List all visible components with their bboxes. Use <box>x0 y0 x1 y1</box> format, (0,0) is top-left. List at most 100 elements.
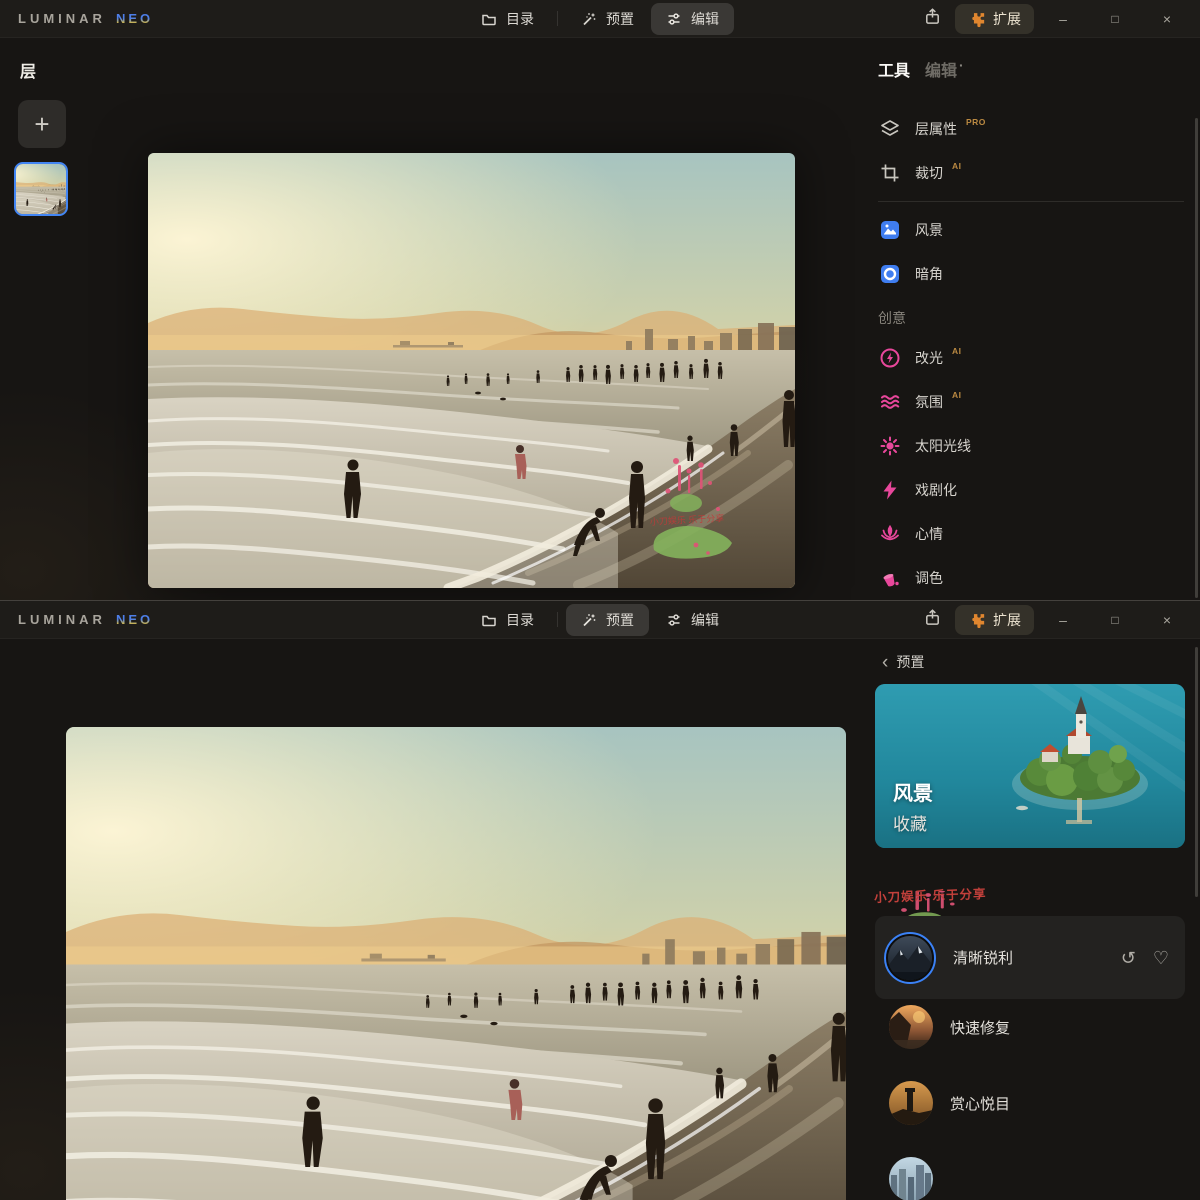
back-chevron-icon: ‹ <box>882 653 888 672</box>
edits-tab[interactable]: 编辑· <box>925 57 964 81</box>
magic-wand-icon <box>581 11 597 27</box>
preset-label: 快速修复 <box>950 1017 1010 1038</box>
edit-canvas-photo[interactable]: 小刀娱乐 乐于分享 <box>148 153 795 588</box>
ai-badge: AI <box>952 346 962 356</box>
favorite-heart-icon[interactable]: ♡ <box>1153 949 1169 967</box>
reset-icon[interactable]: ↺ <box>1121 949 1136 967</box>
tool-label: 层属性 <box>915 119 957 139</box>
featured-title: 风景 <box>893 777 933 806</box>
preset-actions: ↺ ♡ <box>1121 949 1185 967</box>
tool-label: 风景 <box>915 220 943 240</box>
crop-icon <box>878 161 902 185</box>
vignette-icon <box>878 262 902 286</box>
folder-icon <box>481 11 497 27</box>
tool-dramatic[interactable]: 戏剧化 <box>860 468 1200 512</box>
edit-window: LUMINAR NEO 目录 预置 编辑 扩展 <box>0 0 1200 600</box>
logo-neo: NEO <box>116 11 153 26</box>
puzzle-icon <box>968 612 985 629</box>
share-icon <box>923 608 942 627</box>
sliders-icon <box>666 612 682 628</box>
preset-thumbnail <box>889 1005 933 1049</box>
app-logo: LUMINAR NEO <box>18 11 153 26</box>
tool-crop[interactable]: 裁切 AI <box>860 151 1200 195</box>
lotus-icon <box>878 522 902 546</box>
layers-icon <box>878 117 902 141</box>
tools-tab[interactable]: 工具 <box>878 57 910 81</box>
tool-vignette[interactable]: 暗角 <box>860 252 1200 296</box>
sliders-icon <box>666 11 682 27</box>
close-button[interactable]: × <box>1144 11 1190 27</box>
layers-panel: 层 + <box>0 38 110 82</box>
lightning-icon <box>878 478 902 502</box>
featured-collection-card[interactable]: 风景 收藏 <box>875 684 1185 848</box>
tab-catalog[interactable]: 目录 <box>466 3 549 35</box>
tool-landscape[interactable]: 风景 <box>860 208 1200 252</box>
preset-eye-pleasing[interactable]: 赏心悦目 <box>875 1065 1185 1141</box>
logo-neo: NEO <box>116 612 153 627</box>
tab-catalog[interactable]: 目录 <box>466 604 549 636</box>
titlebar: LUMINAR NEO 目录 预置 编辑 扩展 <box>0 0 1200 38</box>
minimize-button[interactable]: – <box>1040 11 1086 27</box>
sunrays-icon <box>878 434 902 458</box>
preset-label: 赏心悦目 <box>950 1093 1010 1114</box>
add-layer-button[interactable]: + <box>18 100 66 148</box>
tab-separator <box>557 612 558 627</box>
tab-edit[interactable]: 编辑 <box>651 3 734 35</box>
share-button[interactable] <box>915 7 949 31</box>
titlebar-right: 扩展 – □ × <box>915 601 1190 639</box>
tab-label: 预置 <box>606 610 634 630</box>
tool-toning[interactable]: 调色 <box>860 556 1200 600</box>
preset-thumbnail <box>888 936 932 980</box>
tool-label: 太阳光线 <box>915 436 971 456</box>
logo-luminar: LUMINAR <box>18 11 106 26</box>
preset-bigger-capacity[interactable] <box>875 1141 1185 1200</box>
presets-panel: ‹ 预置 <box>860 639 1200 1200</box>
creative-section-label: 创意 <box>860 296 1200 336</box>
pro-badge: PRO <box>966 117 986 127</box>
relight-icon <box>878 346 902 370</box>
preset-thumbnail <box>889 1157 933 1200</box>
maximize-button[interactable]: □ <box>1092 12 1138 26</box>
tool-relight[interactable]: 改光 AI <box>860 336 1200 380</box>
folder-icon <box>481 612 497 628</box>
back-label: 预置 <box>896 652 924 672</box>
app-logo: LUMINAR NEO <box>18 612 153 627</box>
close-button[interactable]: × <box>1144 612 1190 628</box>
tool-label: 戏剧化 <box>915 480 957 500</box>
mode-tabs: 目录 预置 编辑 <box>466 604 734 636</box>
tools-panel: 工具 编辑· 层属性 PRO 裁切 AI 风景 暗角 <box>860 38 1200 600</box>
layer-thumbnail[interactable] <box>14 162 68 216</box>
tab-edit[interactable]: 编辑 <box>651 604 734 636</box>
tab-presets[interactable]: 预置 <box>566 3 649 35</box>
beach-photo: 小刀娱乐 乐于分享 <box>148 153 795 588</box>
tab-label: 目录 <box>506 610 534 630</box>
landscape-icon <box>878 218 902 242</box>
preset-quick-fix[interactable]: 快速修复 <box>875 989 1185 1065</box>
tool-sunrays[interactable]: 太阳光线 <box>860 424 1200 468</box>
presets-back-button[interactable]: ‹ 预置 <box>882 652 924 672</box>
minimize-button[interactable]: – <box>1040 612 1086 628</box>
tool-layer-properties[interactable]: 层属性 PRO <box>860 107 1200 151</box>
extensions-button[interactable]: 扩展 <box>955 605 1034 635</box>
tab-label: 编辑 <box>691 9 719 29</box>
logo-luminar: LUMINAR <box>18 612 106 627</box>
extensions-label: 扩展 <box>993 9 1021 29</box>
atmosphere-icon <box>878 390 902 414</box>
tool-atmosphere[interactable]: 氛围 AI <box>860 380 1200 424</box>
extensions-button[interactable]: 扩展 <box>955 4 1034 34</box>
tab-presets[interactable]: 预置 <box>566 604 649 636</box>
beach-photo <box>66 727 846 1200</box>
presets-scrollbar[interactable] <box>1195 647 1198 897</box>
tool-mood[interactable]: 心情 <box>860 512 1200 556</box>
tools-scrollbar[interactable] <box>1195 118 1198 598</box>
maximize-button[interactable]: □ <box>1092 613 1138 627</box>
ai-badge: AI <box>952 390 962 400</box>
tab-label: 预置 <box>606 9 634 29</box>
layers-title: 层 <box>20 58 110 82</box>
share-button[interactable] <box>915 608 949 632</box>
presets-canvas-photo[interactable] <box>66 727 846 1200</box>
titlebar-right: 扩展 – □ × <box>915 0 1190 38</box>
titlebar: LUMINAR NEO 目录 预置 编辑 扩展 <box>0 601 1200 639</box>
tools-header: 工具 编辑· <box>878 57 1200 81</box>
preset-clear-sharp[interactable]: 清晰锐利 ↺ ♡ <box>875 916 1185 999</box>
